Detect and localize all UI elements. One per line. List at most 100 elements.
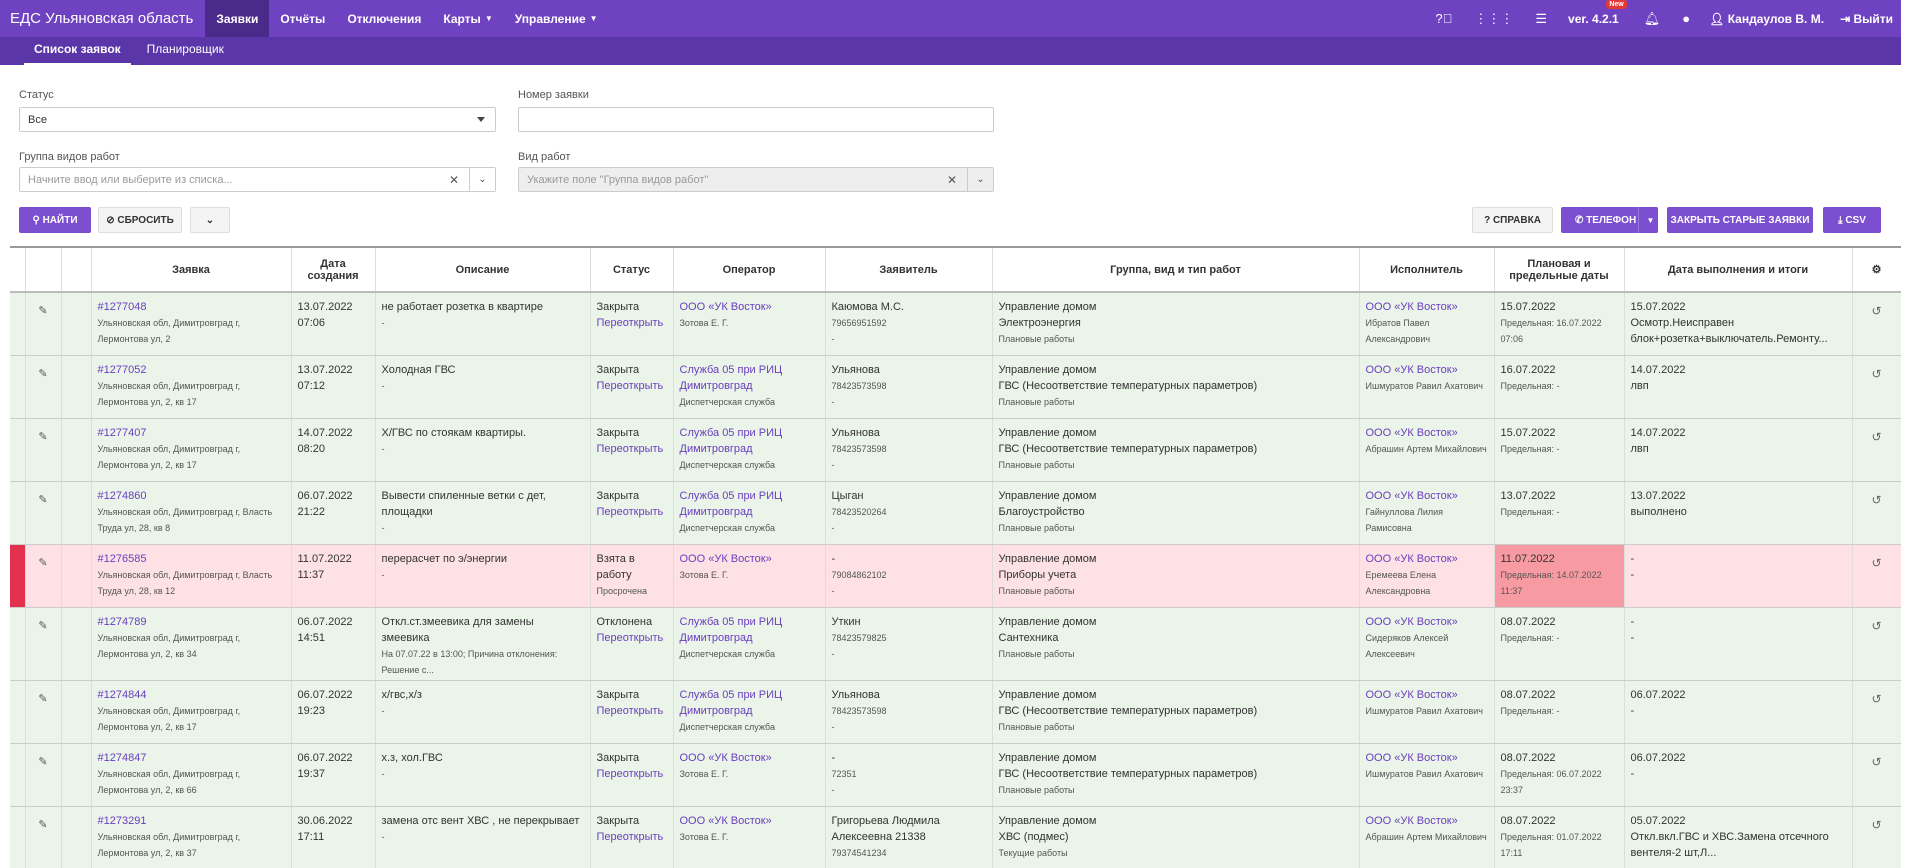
reopen-link[interactable]: Переоткрыть (597, 443, 664, 455)
bell-icon[interactable]: 🔔︎ (1633, 0, 1672, 37)
user-menu[interactable]: 👤︎ Кандаулов В. М. (1701, 12, 1832, 26)
pencil-icon[interactable]: ✎ (38, 494, 47, 506)
pencil-icon[interactable]: ✎ (38, 620, 47, 632)
gear-icon[interactable]: ⚙ (1872, 264, 1882, 276)
table-row[interactable]: ✎ #1277048 Ульяновская обл, Димитровград г… (10, 292, 1901, 356)
header-plan[interactable]: Плановая и предельные даты (1494, 248, 1625, 293)
history-icon[interactable]: ↺ (1871, 692, 1881, 706)
executor-link[interactable]: ООО «УК Восток» (1366, 364, 1458, 376)
reopen-link[interactable]: Переоткрыть (597, 317, 664, 329)
operator-link[interactable]: Служба 05 при РИЦ Димитровград (680, 490, 783, 518)
header-done[interactable]: Дата выполнения и итоги (1624, 248, 1853, 293)
table-row[interactable]: ✎ #1274847 Ульяновская обл, Димитровград г… (10, 743, 1901, 807)
executor-link[interactable]: ООО «УК Восток» (1366, 689, 1458, 701)
operator-link[interactable]: ООО «УК Восток» (680, 553, 772, 565)
pencil-icon[interactable]: ✎ (38, 756, 47, 768)
executor-link[interactable]: ООО «УК Восток» (1366, 752, 1458, 764)
executor-link[interactable]: ООО «УК Восток» (1366, 427, 1458, 439)
pencil-icon[interactable]: ✎ (38, 557, 47, 569)
reopen-link[interactable]: Переоткрыть (597, 380, 664, 392)
request-link[interactable]: #1276585 (98, 553, 147, 565)
phone-dropdown-toggle[interactable]: ▼ (1638, 207, 1658, 233)
table-row[interactable]: ✎ #1276585 Ульяновская обл, Димитровград г… (10, 544, 1901, 608)
history-icon[interactable]: ↺ (1871, 556, 1881, 570)
request-number-input[interactable] (518, 107, 994, 132)
nav-outages[interactable]: Отключения (336, 0, 432, 37)
executor-link[interactable]: ООО «УК Восток» (1366, 301, 1458, 313)
header-group[interactable]: Группа, вид и тип работ (992, 248, 1360, 293)
operator-link[interactable]: ООО «УК Восток» (680, 815, 772, 827)
header-applicant[interactable]: Заявитель (825, 248, 993, 293)
nav-requests[interactable]: Заявки (205, 0, 270, 37)
header-executor[interactable]: Исполнитель (1359, 248, 1495, 293)
table-row[interactable]: ✎ #1273291 Ульяновская обл, Димитровград г… (10, 806, 1901, 868)
notifications-icon[interactable]: ● (1671, 0, 1701, 37)
operator-link[interactable]: Служба 05 при РИЦ Димитровград (680, 427, 783, 455)
pencil-icon[interactable]: ✎ (38, 431, 47, 443)
header-operator[interactable]: Оператор (673, 248, 826, 293)
find-button[interactable]: ⚲ Найти (19, 207, 91, 233)
reopen-link[interactable]: Переоткрыть (597, 768, 664, 780)
nav-reports[interactable]: Отчёты (269, 0, 336, 37)
reset-button[interactable]: ⊘ Сбросить (98, 207, 182, 233)
history-icon[interactable]: ↺ (1871, 493, 1881, 507)
app-brand[interactable]: ЕДС Ульяновская область (0, 10, 205, 27)
nav-maps[interactable]: Карты ▼ (432, 0, 503, 37)
executor-link[interactable]: ООО «УК Восток» (1366, 616, 1458, 628)
operator-link[interactable]: Служба 05 при РИЦ Димитровград (680, 616, 783, 644)
request-link[interactable]: #1274789 (98, 616, 147, 628)
pencil-icon[interactable]: ✎ (38, 693, 47, 705)
request-link[interactable]: #1277407 (98, 427, 147, 439)
header-status[interactable]: Статус (590, 248, 674, 293)
header-created[interactable]: Дата создания (291, 248, 376, 293)
operator-link[interactable]: Служба 05 при РИЦ Димитровград (680, 689, 783, 717)
clear-icon[interactable]: ✕ (449, 173, 459, 187)
pencil-icon[interactable]: ✎ (38, 819, 47, 831)
request-link[interactable]: #1277052 (98, 364, 147, 376)
version-label[interactable]: ver. 4.2.1 New (1558, 0, 1633, 26)
grid-icon[interactable]: ⋮⋮⋮ (1463, 0, 1524, 37)
table-row[interactable]: ✎ #1274844 Ульяновская обл, Димитровград г… (10, 680, 1901, 744)
help-button[interactable]: ? Справка (1472, 207, 1553, 233)
reopen-link[interactable]: Переоткрыть (597, 632, 664, 644)
chevron-down-icon[interactable]: ⌄ (469, 168, 495, 191)
work-group-select[interactable]: Начните ввод или выберите из списка... ✕… (19, 167, 496, 192)
pencil-icon[interactable]: ✎ (38, 305, 47, 317)
request-link[interactable]: #1273291 (98, 815, 147, 827)
executor-link[interactable]: ООО «УК Восток» (1366, 490, 1458, 502)
header-settings[interactable]: ⚙ (1852, 248, 1901, 293)
operator-link[interactable]: ООО «УК Восток» (680, 752, 772, 764)
header-description[interactable]: Описание (375, 248, 591, 293)
history-icon[interactable]: ↺ (1871, 304, 1881, 318)
logout-link[interactable]: ⇥ Выйти (1832, 12, 1901, 26)
header-request[interactable]: Заявка (91, 248, 292, 293)
reopen-link[interactable]: Переоткрыть (597, 506, 664, 518)
history-icon[interactable]: ↺ (1871, 818, 1881, 832)
nav-management[interactable]: Управление ▼ (504, 0, 609, 37)
table-row[interactable]: ✎ #1274860 Ульяновская обл, Димитровград г… (10, 481, 1901, 545)
tab-request-list[interactable]: Список заявок (24, 42, 131, 65)
reopen-link[interactable]: Переоткрыть (597, 705, 664, 717)
request-link[interactable]: #1277048 (98, 301, 147, 313)
sliders-icon[interactable]: ☰ (1524, 0, 1558, 37)
request-link[interactable]: #1274844 (98, 689, 147, 701)
close-old-button[interactable]: Закрыть старые заявки (1667, 207, 1813, 233)
more-filters-button[interactable]: ⌄ (190, 207, 230, 233)
reopen-link[interactable]: Переоткрыть (597, 831, 664, 843)
history-icon[interactable]: ↺ (1871, 367, 1881, 381)
tab-scheduler[interactable]: Планировщик (137, 42, 234, 65)
csv-button[interactable]: ⤓ CSV (1823, 207, 1881, 233)
request-link[interactable]: #1274847 (98, 752, 147, 764)
table-row[interactable]: ✎ #1277052 Ульяновская обл, Димитровград г… (10, 355, 1901, 419)
help-icon[interactable]: ?⃝ (1424, 0, 1463, 37)
table-row[interactable]: ✎ #1277407 Ульяновская обл, Димитровград г… (10, 418, 1901, 482)
history-icon[interactable]: ↺ (1871, 755, 1881, 769)
table-row[interactable]: ✎ #1274789 Ульяновская обл, Димитровград г… (10, 607, 1901, 681)
history-icon[interactable]: ↺ (1871, 430, 1881, 444)
pencil-icon[interactable]: ✎ (38, 368, 47, 380)
executor-link[interactable]: ООО «УК Восток» (1366, 815, 1458, 827)
operator-link[interactable]: Служба 05 при РИЦ Димитровград (680, 364, 783, 392)
history-icon[interactable]: ↺ (1871, 619, 1881, 633)
request-link[interactable]: #1274860 (98, 490, 147, 502)
executor-link[interactable]: ООО «УК Восток» (1366, 553, 1458, 565)
